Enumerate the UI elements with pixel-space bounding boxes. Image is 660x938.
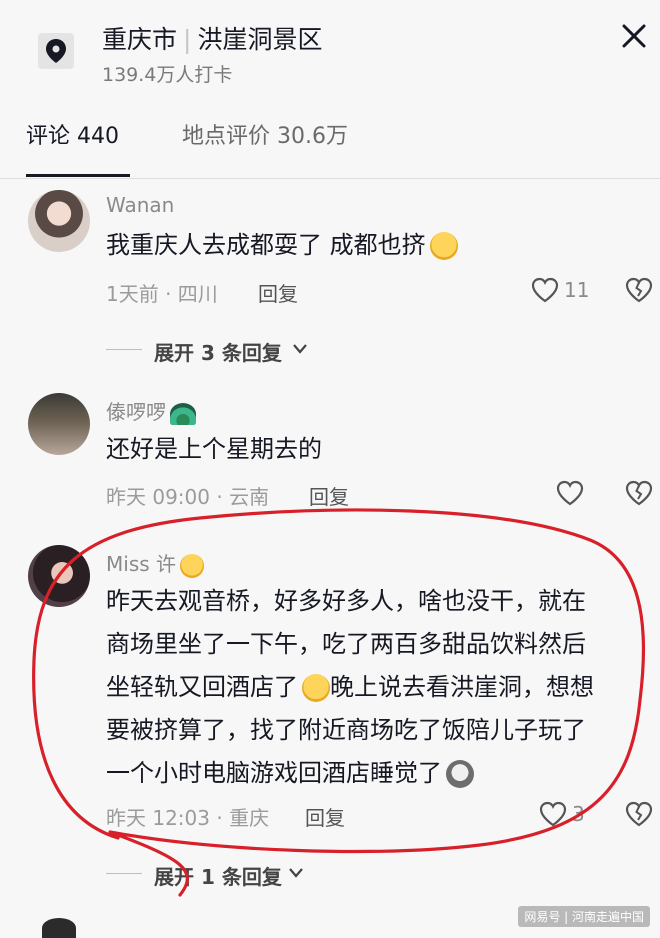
tab-comments[interactable]: 评论 440	[26, 118, 119, 150]
heart-icon	[556, 480, 584, 506]
reply-button[interactable]: 回复	[305, 802, 345, 831]
reply-button[interactable]: 回复	[258, 278, 298, 307]
dislike-button[interactable]	[624, 479, 654, 507]
checkin-count: 139.4万人打卡	[102, 64, 233, 86]
heart-icon	[531, 277, 559, 303]
expand-label: 展开 3 条回复	[154, 341, 282, 365]
chevron-down-icon	[293, 344, 307, 354]
title-separator: |	[183, 25, 192, 54]
expand-divider	[106, 873, 142, 874]
close-button[interactable]	[618, 20, 650, 52]
tab-place-reviews[interactable]: 地点评价 30.6万	[182, 118, 348, 150]
location-title[interactable]: 重庆市 | 洪崖洞景区	[102, 20, 322, 56]
location-pin-icon	[38, 33, 74, 69]
comment-line: 要被挤算了，找了附近商场吃了饭陪儿子玩了	[106, 716, 586, 744]
comment-line-part: 坐轻轨又回酒店了	[106, 673, 298, 701]
comment-meta: 1天前 · 四川	[106, 282, 218, 306]
comment-text: 昨天去观音桥，好多好多人，啥也没干，就在 商场里坐了一下午，吃了两百多甜品饮料然…	[106, 580, 646, 795]
chevron-down-icon	[289, 868, 303, 878]
comment-line: 昨天去观音桥，好多好多人，啥也没干，就在	[106, 587, 586, 615]
close-icon	[622, 24, 646, 48]
peacock-emoji-icon	[170, 402, 196, 425]
like-button[interactable]	[530, 276, 560, 304]
watermark: 网易号 | 河南走遍中国	[518, 906, 650, 927]
comment-line-part: 一个小时电脑游戏回酒店睡觉了	[106, 759, 442, 787]
active-tab-indicator	[26, 174, 130, 177]
comment-text: 我重庆人去成都耍了 成都也挤	[106, 224, 646, 267]
location-header: 重庆市 | 洪崖洞景区 139.4万人打卡 评论 440 地点评价 30.6万	[0, 0, 660, 179]
heart-icon	[539, 801, 567, 827]
comment-username-text: 傣啰啰	[106, 400, 166, 424]
expand-divider	[106, 349, 142, 350]
comment-text: 还好是上个星期去的	[106, 435, 322, 463]
shushing-face-emoji-icon	[180, 553, 205, 578]
like-count: 11	[564, 278, 590, 302]
comment-username[interactable]: Wanan	[106, 193, 174, 217]
pleading-face-emoji-icon	[429, 232, 458, 260]
reply-button[interactable]: 回复	[309, 481, 349, 510]
dog-face-emoji-icon	[446, 760, 474, 788]
comment-meta: 昨天 12:03 · 重庆	[106, 806, 270, 830]
broken-heart-icon	[625, 277, 653, 303]
expand-label: 展开 1 条回复	[154, 865, 282, 889]
broken-heart-icon	[625, 801, 653, 827]
avatar[interactable]	[28, 190, 90, 252]
comment-line: 商场里坐了一下午，吃了两百多甜品饮料然后	[106, 630, 586, 658]
comment-username[interactable]: Miss 许	[106, 548, 205, 578]
avatar[interactable]	[28, 393, 90, 455]
comment-meta: 昨天 09:00 · 云南	[106, 485, 270, 509]
comment-username[interactable]: 傣啰啰	[106, 396, 196, 425]
like-button[interactable]	[555, 479, 585, 507]
laughing-crying-emoji-icon	[302, 674, 330, 702]
broken-heart-icon	[625, 480, 653, 506]
dislike-button[interactable]	[624, 800, 654, 828]
like-button[interactable]	[538, 800, 568, 828]
comment-username-text: Miss 许	[106, 552, 177, 576]
place-name: 洪崖洞景区	[197, 25, 323, 54]
avatar[interactable]	[42, 918, 76, 938]
city-name: 重庆市	[102, 25, 178, 54]
avatar[interactable]	[28, 545, 90, 607]
comment-text-body: 我重庆人去成都耍了 成都也挤	[106, 231, 426, 259]
comment-line: 一个小时电脑游戏回酒店睡觉了	[106, 752, 646, 795]
comment-line: 坐轻轨又回酒店了 晚上说去看洪崖洞，想想	[106, 666, 646, 709]
comment-line-part: 晚上说去看洪崖洞，想想	[330, 673, 594, 701]
like-count: 3	[572, 802, 585, 826]
dislike-button[interactable]	[624, 276, 654, 304]
